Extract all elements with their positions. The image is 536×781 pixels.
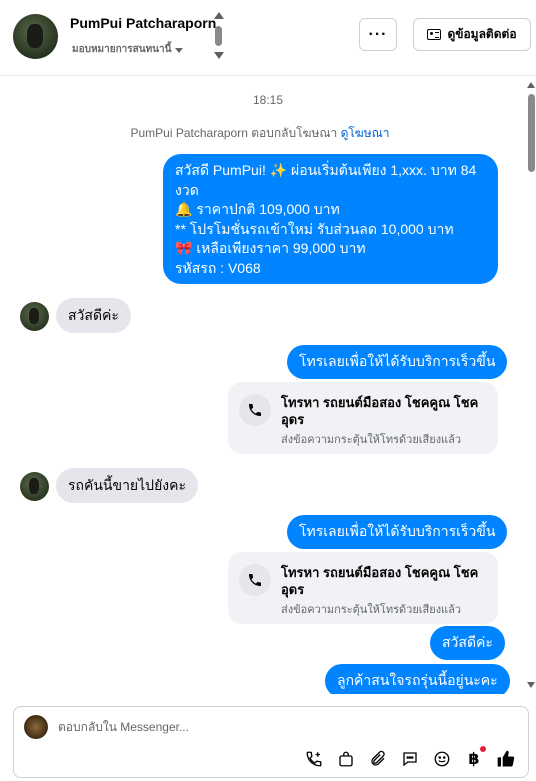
notification-dot	[480, 746, 486, 752]
emoji-icon[interactable]	[432, 749, 452, 769]
ad-line: รหัสรถ : V068	[175, 259, 261, 276]
incoming-message: สวัสดีค่ะ	[56, 298, 131, 333]
header-scrollbar[interactable]	[213, 12, 225, 60]
shopping-bag-icon[interactable]	[336, 749, 356, 769]
message-composer: ฿	[13, 706, 529, 778]
call-card-title: โทรหา รถยนต์มือสอง โชคคูณ โชค อุดร	[281, 395, 479, 427]
ad-reply-notice: PumPui Patcharaporn ตอบกลับโฆษณา ดูโฆษณา	[0, 124, 520, 143]
outgoing-message: สวัสดีค่ะ	[430, 626, 505, 660]
composer-toolbar: ฿	[304, 746, 516, 769]
scroll-down-icon[interactable]	[214, 52, 224, 59]
ad-line: 🎀 เหลือเพียงราคา 99,000 บาท	[175, 240, 366, 256]
phone-icon	[239, 564, 271, 596]
contact-name[interactable]: PumPui Patcharaporn	[70, 15, 216, 31]
message-thread[interactable]: 18:15 PumPui Patcharaporn ตอบกลับโฆษณา ด…	[0, 76, 536, 694]
ad-line: ** โปรโมชั่นรถเข้าใหม่ รับส่วนลด 10,000 …	[175, 220, 454, 237]
ad-line: 🔔 ราคาปกติ 109,000 บาท	[175, 201, 340, 217]
conversation-header: PumPui Patcharaporn มอบหมายการสนทนานี้ ·…	[0, 0, 536, 76]
page-avatar	[24, 715, 48, 739]
message-timestamp: 18:15	[252, 93, 284, 107]
scroll-thumb[interactable]	[528, 94, 535, 172]
outgoing-message: ลูกค้าสนใจรถรุ่นนี้อยู่นะคะ	[325, 664, 510, 694]
contact-avatar[interactable]	[13, 14, 58, 59]
contact-card-icon	[427, 29, 442, 40]
ad-reply-text: PumPui Patcharaporn ตอบกลับโฆษณา	[130, 126, 338, 140]
more-options-button[interactable]: ···	[359, 18, 397, 51]
call-now-bubble: โทรเลยเพื่อให้ได้รับบริการเร็วขึ้น	[287, 345, 508, 379]
assign-conversation[interactable]: มอบหมายการสนทนานี้	[72, 42, 184, 57]
incoming-message: รถคันนี้ขายไปยังคะ	[56, 468, 198, 503]
view-ad-link[interactable]: ดูโฆษณา	[341, 126, 390, 140]
sender-avatar[interactable]	[20, 472, 49, 501]
thread-scrollbar[interactable]	[526, 80, 536, 694]
thumbs-up-icon[interactable]	[496, 749, 516, 769]
call-prompt-card[interactable]: โทรหา รถยนต์มือสอง โชคคูณ โชค อุดร ส่งข้…	[228, 382, 498, 454]
call-card-title: โทรหา รถยนต์มือสอง โชคคูณ โชค อุดร	[281, 565, 479, 597]
call-prompt-card[interactable]: โทรหา รถยนต์มือสอง โชคคูณ โชค อุดร ส่งข้…	[228, 552, 498, 624]
reply-input[interactable]	[58, 716, 498, 738]
sender-avatar[interactable]	[20, 302, 49, 331]
scroll-thumb[interactable]	[215, 26, 222, 46]
paperclip-icon[interactable]	[368, 749, 388, 769]
call-card-subtitle: ส่งข้อความกระตุ้นให้โทรด้วยเสียงแล้ว	[281, 604, 462, 616]
ad-message-bubble: สวัสดี PumPui! ✨ ผ่อนเริ่มต้นเพียง 1,xxx…	[163, 154, 498, 284]
baht-icon[interactable]: ฿	[464, 746, 486, 769]
saved-reply-icon[interactable]	[400, 749, 420, 769]
view-contact-label: ดูข้อมูลติดต่อ	[447, 27, 517, 41]
phone-icon	[239, 394, 271, 426]
scroll-up-icon[interactable]	[527, 82, 535, 88]
call-now-bubble: โทรเลยเพื่อให้ได้รับบริการเร็วขึ้น	[287, 515, 508, 549]
ad-line: สวัสดี PumPui! ✨ ผ่อนเริ่มต้นเพียง 1,xxx…	[175, 162, 477, 178]
assign-conversation-label: มอบหมายการสนทนานี้	[72, 44, 172, 55]
chevron-down-icon	[175, 47, 184, 53]
scroll-up-icon[interactable]	[214, 12, 224, 19]
ad-line: งวด	[175, 181, 199, 198]
call-card-subtitle: ส่งข้อความกระตุ้นให้โทรด้วยเสียงแล้ว	[281, 434, 462, 446]
view-contact-button[interactable]: ดูข้อมูลติดต่อ	[413, 18, 531, 51]
add-call-icon[interactable]	[304, 749, 324, 769]
scroll-down-icon[interactable]	[527, 682, 535, 688]
